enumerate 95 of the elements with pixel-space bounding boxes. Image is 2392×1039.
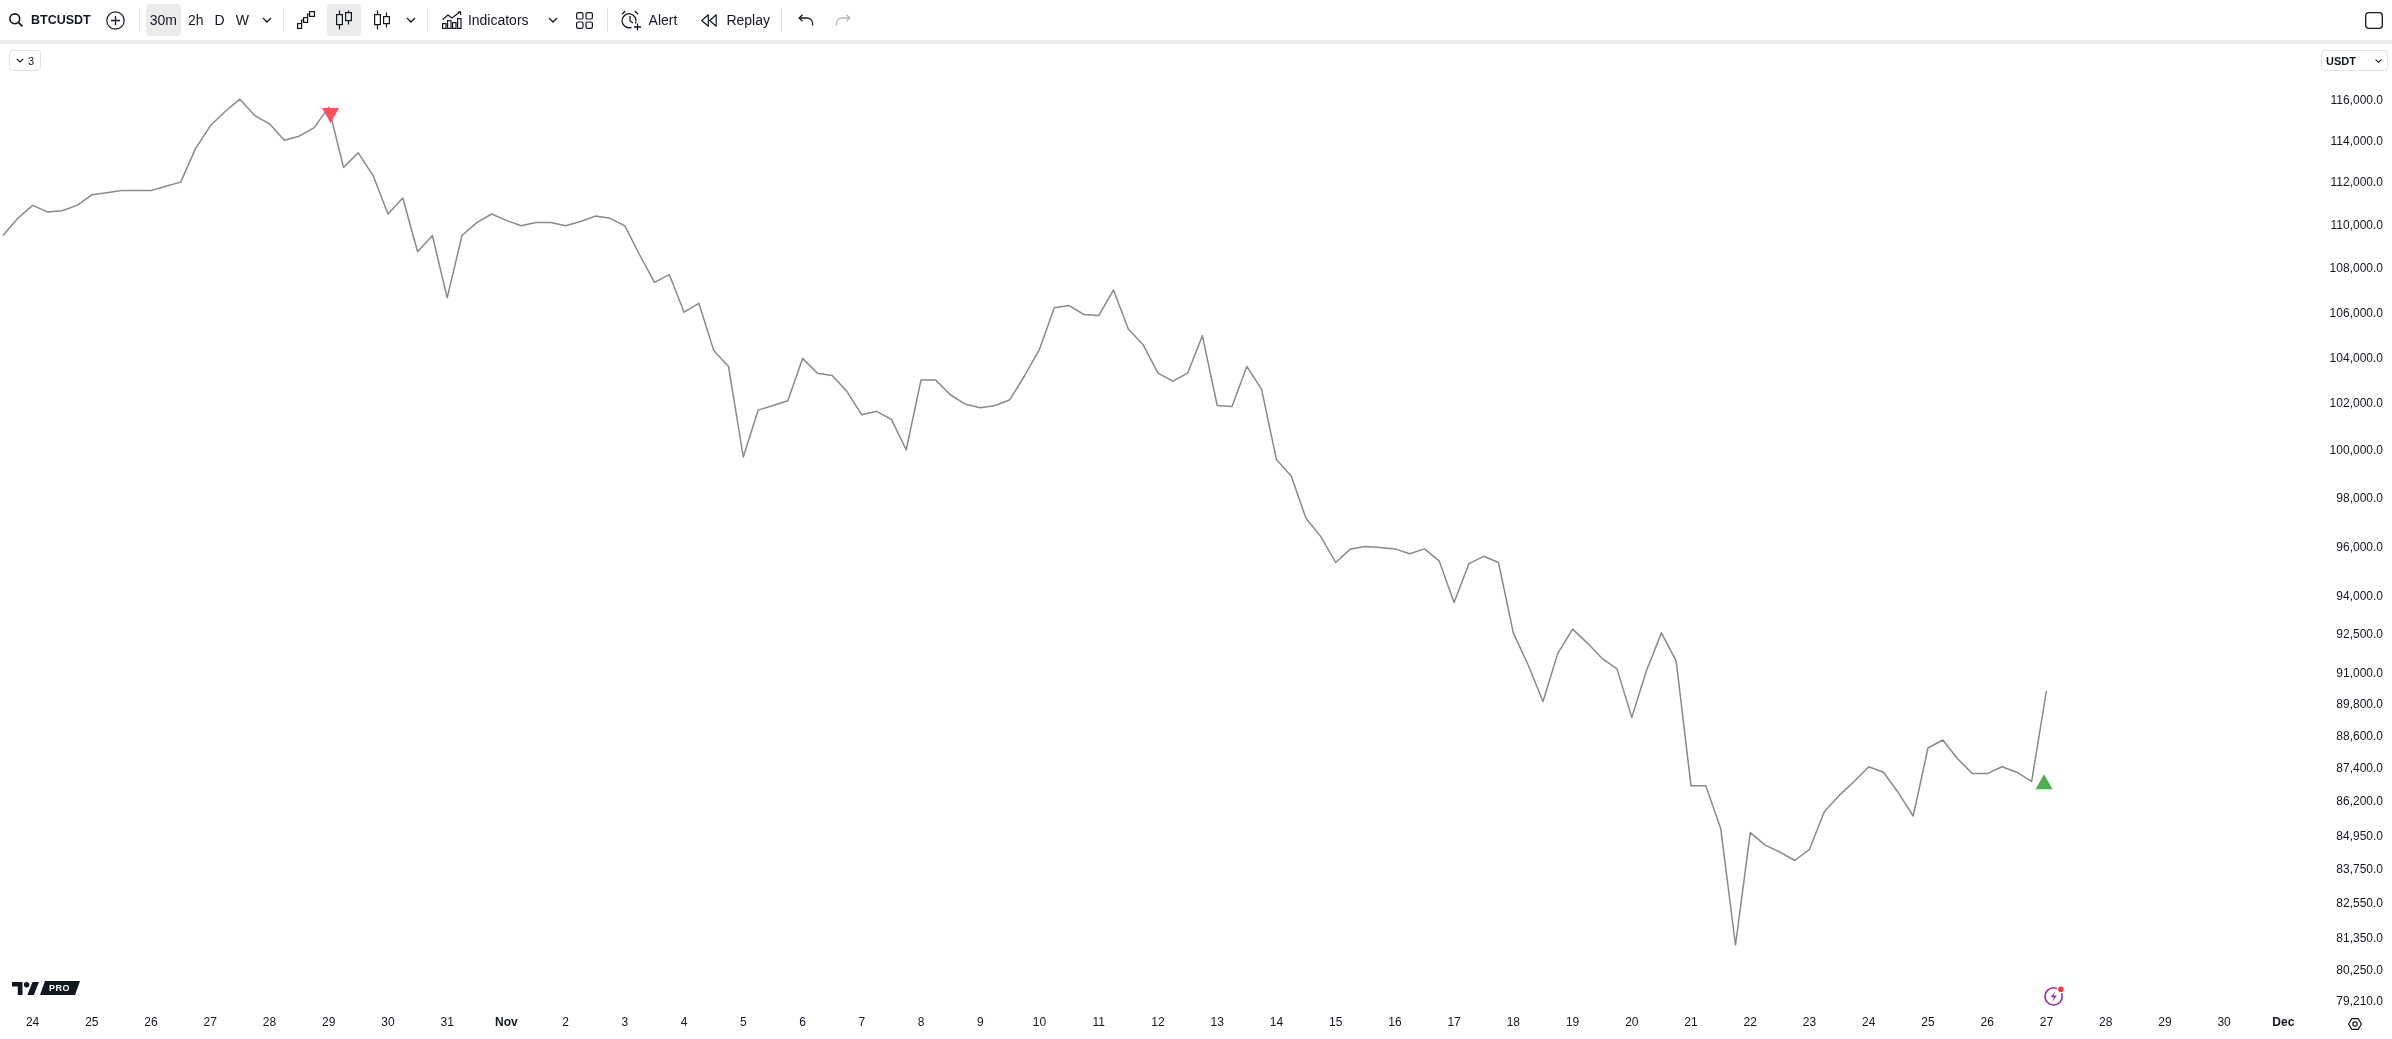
price-axis-label: 116,000.0	[2330, 92, 2383, 107]
time-axis-label: Nov	[495, 1015, 518, 1029]
time-axis-label: 4	[680, 1015, 688, 1029]
price-axis-label: 96,000.0	[2336, 539, 2383, 554]
caret-icon	[16, 58, 24, 63]
time-axis-label: 27	[203, 1015, 217, 1029]
price-axis-label: 82,550.0	[2336, 896, 2383, 911]
up-triangle-icon	[2035, 774, 2053, 790]
time-axis-label: 26	[144, 1015, 158, 1029]
time-axis-label: 7	[858, 1015, 866, 1029]
rewind-icon	[701, 13, 718, 27]
time-axis-label: 3	[621, 1015, 629, 1029]
layout-grid-icon[interactable]	[575, 11, 593, 29]
down-triangle-icon	[322, 108, 339, 124]
replay-button[interactable]: Replay	[697, 4, 774, 36]
time-axis-label: 26	[1980, 1015, 1994, 1029]
time-axis-label: 24	[1862, 1015, 1876, 1029]
undo-icon[interactable]	[797, 14, 814, 26]
caret-icon[interactable]	[405, 17, 416, 23]
price-axis-label: 100,000.0	[2329, 443, 2383, 458]
time-axis-label: 29	[2158, 1015, 2172, 1029]
caret-icon[interactable]	[547, 17, 558, 23]
time-axis-label: 5	[740, 1015, 747, 1029]
price-axis-label: 80,250.0	[2336, 963, 2383, 978]
time-axis-label: 14	[1269, 1015, 1284, 1029]
chart-line-icon	[441, 11, 462, 29]
logo-icon	[12, 981, 39, 995]
time-axis-label: 25	[1921, 1015, 1935, 1029]
time-axis-label: 27	[2039, 1015, 2054, 1029]
price-axis-label: 79,210.0	[2336, 994, 2383, 1008]
time-axis-label: 16	[1388, 1015, 1402, 1029]
price-axis-label: 89,800.0	[2336, 697, 2383, 712]
currency-dropdown[interactable]: USDT	[2321, 50, 2388, 71]
time-axis-label: 28	[2098, 1015, 2113, 1029]
plus-circle-icon[interactable]	[105, 10, 125, 30]
price-axis-label: 106,000.0	[2329, 305, 2383, 320]
time-axis-label: 11	[1092, 1015, 1105, 1029]
chart-type-button[interactable]	[326, 4, 361, 36]
price-axis-label: 91,000.0	[2336, 666, 2383, 681]
time-axis-label: 19	[1565, 1015, 1580, 1029]
time-axis-label: 29	[322, 1015, 336, 1029]
time-axis-label: 9	[976, 1015, 984, 1029]
alarm-clock-icon	[620, 9, 642, 31]
price-axis-label: 114,000.0	[2330, 133, 2383, 148]
price-axis-label: 84,950.0	[2336, 828, 2383, 843]
caret-icon[interactable]	[261, 17, 272, 23]
price-axis-label: 102,000.0	[2329, 396, 2383, 411]
legend-toggle-button[interactable]: 3	[9, 50, 42, 71]
time-axis-label: Dec	[2272, 1015, 2295, 1029]
price-axis-label: 87,400.0	[2336, 761, 2383, 776]
price-axis-label: 92,500.0	[2336, 627, 2383, 642]
caret-icon	[2375, 58, 2382, 63]
lightning-icon[interactable]	[2044, 985, 2065, 1006]
time-axis-label: 17	[1447, 1015, 1461, 1029]
time-axis-label: 20	[1625, 1015, 1639, 1029]
interval-button[interactable]: W	[231, 4, 253, 36]
price-axis-label: 98,000.0	[2336, 491, 2383, 505]
step-chart-icon	[296, 11, 315, 29]
interval-button[interactable]: D	[210, 4, 229, 36]
time-axis-label: 8	[917, 1015, 925, 1029]
price-axis-label: 86,200.0	[2336, 794, 2383, 809]
time-axis-label: 6	[799, 1015, 806, 1029]
indicators-button[interactable]: Indicators	[436, 4, 534, 36]
time-axis-label: 22	[1743, 1015, 1757, 1029]
time-axis-label: 30	[2217, 1015, 2231, 1029]
time-axis-label: 25	[85, 1015, 99, 1029]
time-axis-label: 13	[1210, 1015, 1224, 1029]
time-axis-label: 28	[262, 1015, 277, 1029]
search-icon	[9, 13, 23, 27]
price-axis-label: 104,000.0	[2329, 350, 2383, 365]
alert-button[interactable]: Alert	[616, 4, 682, 36]
time-axis-label: 24	[25, 1015, 40, 1029]
time-axis-label: 12	[1151, 1015, 1165, 1029]
price-axis-label: 88,600.0	[2336, 729, 2383, 744]
time-axis-label: 2	[562, 1015, 569, 1029]
time-axis-label: 31	[440, 1015, 454, 1029]
rounded-square-icon[interactable]	[2365, 11, 2383, 29]
interval-button[interactable]: 2h	[183, 4, 208, 36]
time-axis-label: 23	[1802, 1015, 1817, 1029]
time-axis-label: 10	[1032, 1015, 1047, 1029]
price-axis-label: 83,750.0	[2336, 862, 2383, 877]
symbol-search-button[interactable]: BTCUSDT	[3, 4, 95, 36]
candlestick-icon	[334, 10, 353, 30]
time-axis-label: 15	[1328, 1015, 1343, 1029]
settings-icon[interactable]	[2347, 1018, 2363, 1030]
price-axis-label: 110,000.0	[2330, 218, 2383, 232]
time-axis-label: 30	[381, 1015, 395, 1029]
time-axis-label: 21	[1684, 1015, 1698, 1029]
price-axis-label: 94,000.0	[2336, 589, 2383, 604]
price-axis-label: 112,000.0	[2330, 175, 2383, 190]
interval-button[interactable]: 30m	[145, 4, 181, 36]
time-axis-label: 18	[1506, 1015, 1521, 1029]
price-axis-label: 81,350.0	[2336, 931, 2383, 945]
candlestick-icon	[372, 10, 391, 30]
price-axis-label: 108,000.0	[2329, 261, 2383, 276]
